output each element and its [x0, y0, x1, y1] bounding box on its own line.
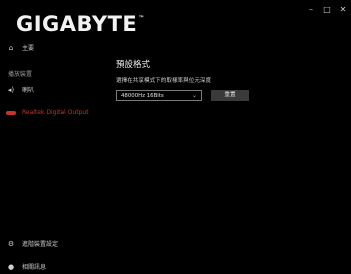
format-description: 選擇在共享模式下的取樣率與位元深度 — [116, 78, 212, 84]
sidebar-item-about[interactable]: ● 相關訊息 — [6, 262, 47, 272]
sidebar-item-label: 進階裝置設定 — [22, 241, 59, 248]
sidebar-item-home[interactable]: ⌂ 主要 — [6, 43, 35, 53]
speaker-icon: ◂) — [7, 85, 15, 94]
format-dropdown-value: 48000Hz 16Bits — [121, 92, 164, 99]
sidebar-item-advanced-settings[interactable]: ⚙ 進階裝置設定 — [6, 239, 59, 249]
page-title: 預設格式 — [116, 60, 151, 70]
sidebar-item-realtek-digital-output[interactable]: Realtek Digital Output — [6, 107, 106, 118]
gear-icon: ⚙ — [7, 239, 15, 248]
main-content: 預設格式 選擇在共享模式下的取樣率與位元深度 48000Hz 16Bits ⌄ … — [116, 0, 351, 274]
sidebar-item-speaker[interactable]: ◂) 喇叭 — [6, 85, 35, 95]
sidebar-item-label: 主要 — [22, 45, 35, 52]
format-dropdown[interactable]: 48000Hz 16Bits ⌄ — [116, 90, 202, 101]
info-icon: ● — [7, 262, 15, 271]
sidebar-item-label: 相關訊息 — [22, 264, 47, 271]
home-icon: ⌂ — [8, 43, 14, 52]
device-indicator-icon — [6, 110, 16, 115]
sidebar-item-label: 喇叭 — [22, 87, 35, 94]
sidebar-item-label: Realtek Digital Output — [22, 109, 89, 116]
section-label-playback: 播放裝置 — [8, 71, 33, 78]
chevron-down-icon: ⌄ — [191, 92, 197, 99]
sidebar: ⌂ 主要 播放裝置 ◂) 喇叭 Realtek Digital Output ⚙… — [0, 0, 108, 274]
reset-button[interactable]: 重置 — [211, 90, 249, 101]
